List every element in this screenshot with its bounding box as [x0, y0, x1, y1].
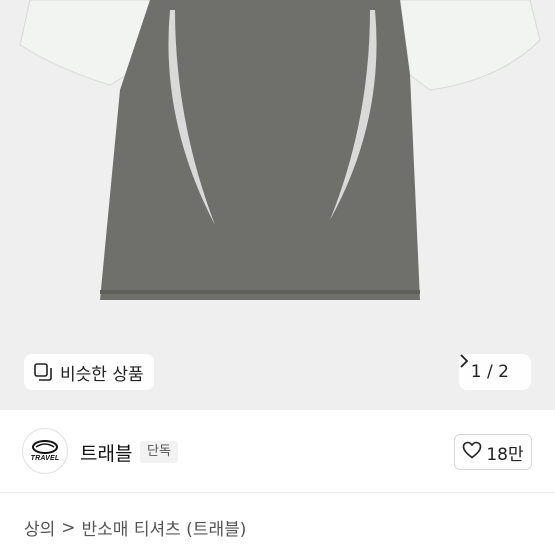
- like-count: 18만: [486, 444, 524, 465]
- similar-items-icon: [34, 363, 52, 381]
- breadcrumb: 상의 > 반소매 티셔츠 (트래블): [24, 515, 247, 541]
- like-button[interactable]: 18만: [454, 434, 532, 470]
- image-pager[interactable]: 1 / 2: [458, 354, 531, 390]
- exclusive-badge: 단독: [140, 441, 178, 463]
- similar-items-label: 비슷한 상품: [60, 364, 144, 385]
- breadcrumb-level2[interactable]: 반소매 티셔츠 (트래블): [82, 515, 247, 540]
- logo-text: TRAVEL: [30, 455, 60, 462]
- heart-icon: [462, 441, 482, 464]
- breadcrumb-separator: >: [61, 517, 76, 538]
- product-image[interactable]: 비슷한 상품 1 / 2: [0, 0, 555, 410]
- pager-text: 1 / 2: [470, 362, 509, 382]
- similar-items-button[interactable]: 비슷한 상품: [24, 354, 154, 390]
- travel-logo-icon: [32, 440, 58, 454]
- shirt-illustration: [19, 0, 541, 300]
- breadcrumb-level1[interactable]: 상의: [24, 515, 55, 540]
- shop-name[interactable]: 트래블: [80, 439, 132, 466]
- shop-logo[interactable]: TRAVEL: [22, 428, 68, 474]
